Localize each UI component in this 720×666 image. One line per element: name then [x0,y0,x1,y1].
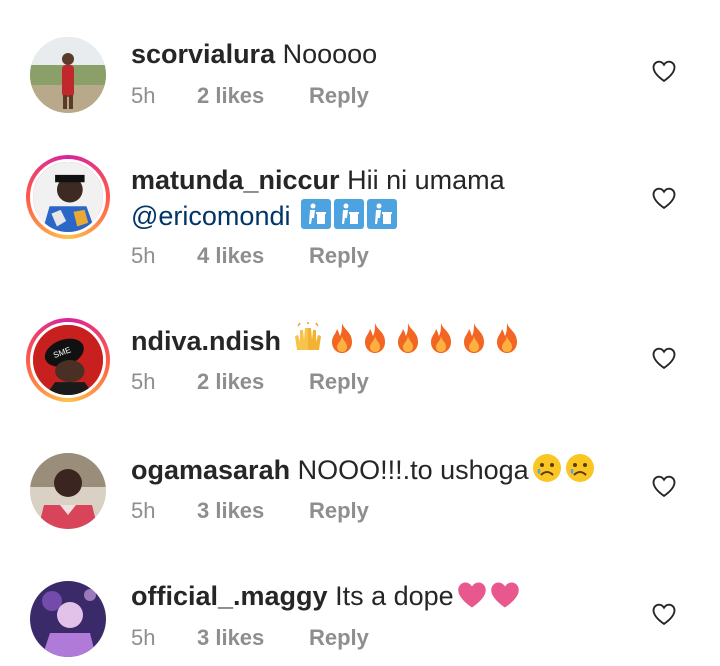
comment-text: Its a dope [335,581,454,611]
heart-icon[interactable] [650,472,678,500]
comment-likes[interactable]: 3 likes [197,624,309,652]
pink-heart-emoji-icon [490,582,519,608]
avatar[interactable] [30,37,106,113]
comment-time: 5h [131,243,156,268]
fire-emoji-icon [496,323,517,353]
trash-emoji-icon [333,199,364,229]
fire-emoji-icon [430,323,451,353]
comment-likes[interactable]: 2 likes [197,368,309,396]
heart-icon[interactable] [650,600,678,628]
fire-emoji-icon [397,323,418,353]
comment-username[interactable]: official_.maggy [131,581,328,611]
comment-time: 5h [131,625,156,650]
mention-link[interactable]: @ericomondi [131,201,290,231]
reply-button[interactable]: Reply [309,497,369,525]
comment-text: Hii ni umama [347,165,505,195]
pink-heart-emoji-icon [457,582,486,608]
comment-likes[interactable]: 2 likes [197,82,309,110]
comment-username[interactable]: ogamasarah [131,455,290,485]
reply-button[interactable]: Reply [309,368,369,396]
avatar[interactable] [26,155,110,239]
reply-button[interactable]: Reply [309,624,369,652]
trash-emoji-icon [300,199,331,229]
sad-face-emoji-icon [565,454,594,482]
fire-emoji-icon [331,323,352,353]
comment-likes[interactable]: 3 likes [197,497,309,525]
comment-time: 5h [131,369,156,394]
comment-text: NOOO!!!.to ushoga [297,455,529,485]
trash-emoji-icon [366,199,397,229]
comment-likes[interactable]: 4 likes [197,242,309,270]
heart-icon[interactable] [650,57,678,85]
emoji-group [529,454,595,485]
fire-emoji-icon [463,323,484,353]
sad-face-emoji-icon [532,454,561,482]
heart-icon[interactable] [650,344,678,372]
comments-list: scorvialura Nooooo 5h 2 likes Reply matu… [0,0,720,666]
comment-username[interactable]: scorvialura [131,39,275,69]
comment-time: 5h [131,83,156,108]
heart-icon[interactable] [650,184,678,212]
emoji-group [454,581,520,611]
fire-emoji-icon [364,323,385,353]
comment-username[interactable]: ndiva.ndish [131,326,281,356]
comment-text: Nooooo [282,39,378,69]
avatar[interactable] [30,453,106,529]
comment-username[interactable]: matunda_niccur [131,165,340,195]
comment-time: 5h [131,498,156,523]
emoji-group [289,322,522,356]
emoji-group [298,199,397,231]
reply-button[interactable]: Reply [309,82,369,110]
avatar[interactable]: SME [26,318,110,402]
avatar[interactable] [30,581,106,657]
reply-button[interactable]: Reply [309,242,369,270]
raised-hands-emoji-icon [294,322,321,350]
